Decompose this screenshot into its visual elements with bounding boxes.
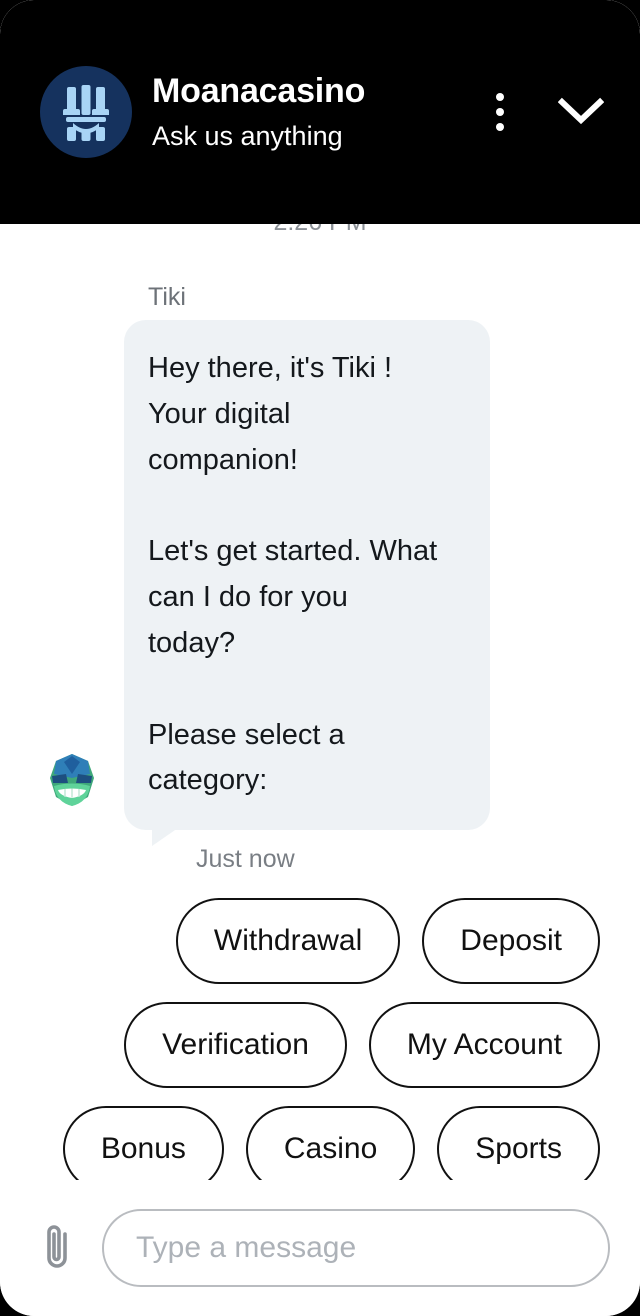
message-composer <box>0 1180 640 1316</box>
message-bubble-wrapper: Hey there, it's Tiki ! Your digital comp… <box>124 320 490 847</box>
quick-reply-row: Withdrawal Deposit <box>175 898 600 985</box>
quick-reply-group: Withdrawal Deposit Verification My Accou… <box>24 898 616 1180</box>
message-timestamp: Just now <box>196 845 295 874</box>
message-input[interactable] <box>102 1209 610 1287</box>
header-subtitle: Ask us anything <box>152 121 343 152</box>
quick-reply-deposit[interactable]: Deposit <box>422 898 600 985</box>
quick-reply-verification[interactable]: Verification <box>124 1002 347 1089</box>
brand-logo <box>40 66 132 158</box>
collapse-chat-button[interactable] <box>557 96 605 129</box>
page-title: Moanacasino <box>152 71 366 110</box>
message-sender-name: Tiki <box>148 283 186 311</box>
quick-reply-row: Bonus Casino Sports <box>62 1106 600 1180</box>
message-row: Hey there, it's Tiki ! Your digital comp… <box>24 320 616 847</box>
attach-file-button[interactable] <box>40 1222 74 1274</box>
bot-message-bubble: Hey there, it's Tiki ! Your digital comp… <box>124 320 490 847</box>
tiki-mask-logo-icon <box>55 81 117 143</box>
quick-reply-casino[interactable]: Casino <box>245 1106 416 1180</box>
paperclip-icon <box>40 1222 74 1274</box>
quick-reply-row: Verification My Account <box>124 1002 600 1089</box>
tiki-character-avatar <box>44 752 100 808</box>
quick-reply-sports[interactable]: Sports <box>437 1106 600 1180</box>
quick-reply-withdrawal[interactable]: Withdrawal <box>175 898 401 985</box>
more-options-button[interactable] <box>496 93 504 131</box>
chevron-down-icon <box>557 96 605 129</box>
quick-reply-my-account[interactable]: My Account <box>368 1002 600 1089</box>
more-vertical-icon <box>496 93 504 131</box>
header-actions <box>496 93 616 131</box>
chat-widget: Moanacasino Ask us anything 2:26 PM Tiki <box>0 0 640 1316</box>
chat-header: Moanacasino Ask us anything <box>0 0 640 224</box>
quick-reply-bonus[interactable]: Bonus <box>62 1106 224 1180</box>
message-list: 2:26 PM Tiki Hey there, it's Tiki ! Your… <box>0 224 640 1180</box>
conversation-timestamp: 2:26 PM <box>24 224 616 236</box>
header-text-block: Moanacasino Ask us anything <box>152 70 496 155</box>
